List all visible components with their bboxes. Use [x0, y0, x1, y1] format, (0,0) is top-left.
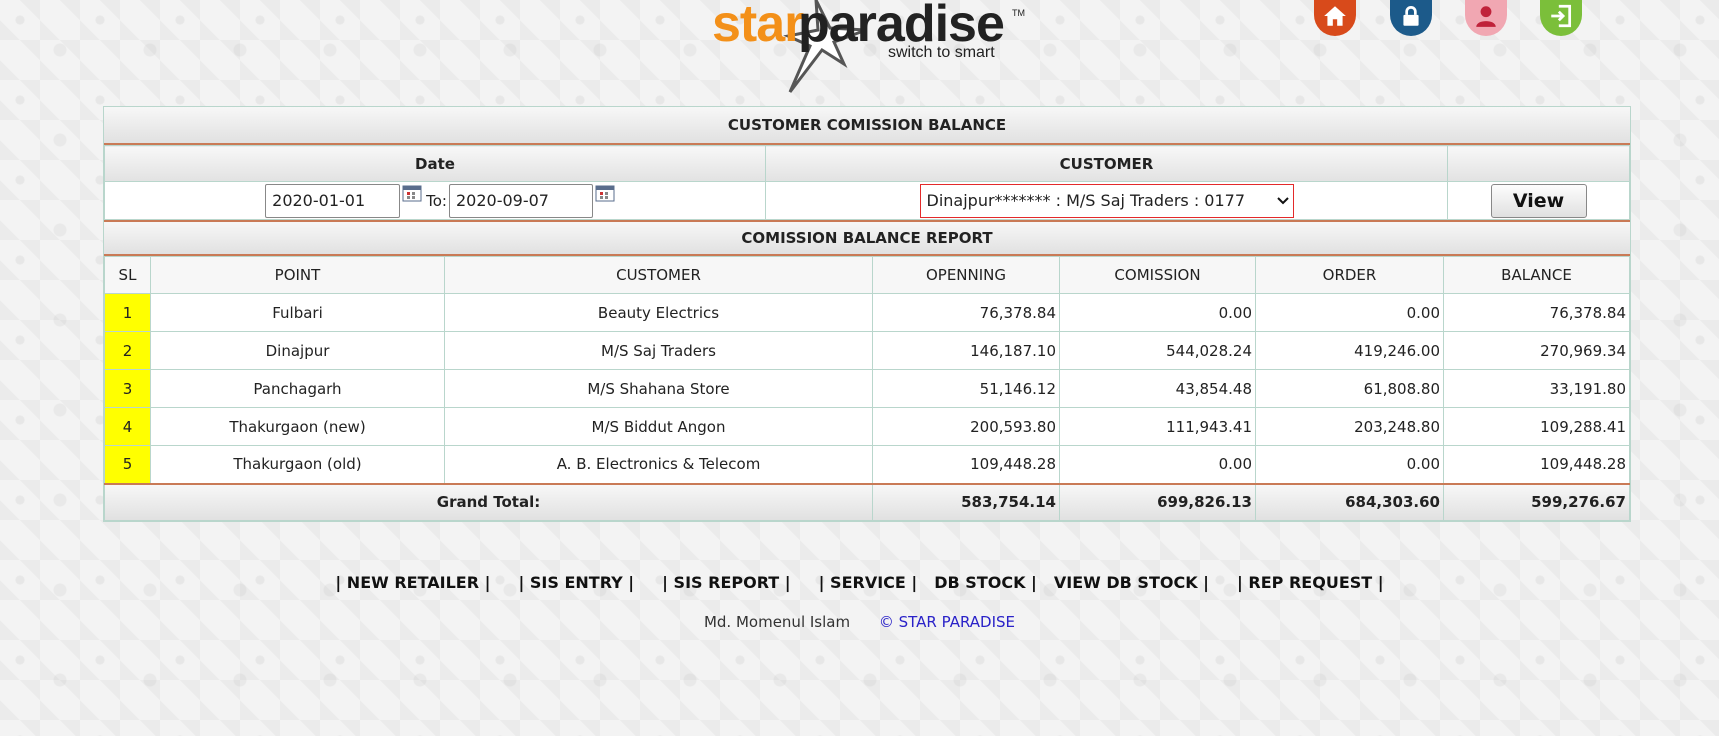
table-row: 1 Fulbari Beauty Electrics 76,378.84 0.0… [104, 293, 1630, 332]
row-openning: 51,146.12 [872, 369, 1060, 408]
footer-link-service[interactable]: | SERVICE | [819, 573, 918, 592]
row-order: 61,808.80 [1255, 369, 1444, 408]
footer-credit: Md. Momenul Islam © STAR PARADISE [0, 613, 1719, 631]
commission-balance-panel: CUSTOMER COMISSION BALANCE Date CUSTOMER… [103, 106, 1631, 522]
row-order: 203,248.80 [1255, 407, 1444, 446]
col-balance: BALANCE [1443, 256, 1630, 294]
report-title: COMISSION BALANCE REPORT [104, 220, 1630, 256]
row-customer: M/S Shahana Store [444, 369, 873, 408]
row-balance: 109,448.28 [1443, 445, 1630, 484]
date-range-cell: 2020-01-01 To: 2020-09-07 [104, 181, 766, 220]
chevron-down-icon [1276, 196, 1289, 204]
row-sl: 4 [104, 407, 151, 446]
table-row: 2 Dinajpur M/S Saj Traders 146,187.10 54… [104, 331, 1630, 370]
author-name: Md. Momenul Islam [703, 613, 851, 631]
footer-link-new-retailer[interactable]: | NEW RETAILER | [335, 573, 490, 592]
row-customer: Beauty Electrics [444, 293, 873, 332]
customer-select-cell: Dinajpur******* : M/S Saj Traders : 0177 [765, 181, 1448, 220]
calendar-icon[interactable] [595, 184, 615, 202]
lock-button[interactable] [1390, 0, 1432, 36]
customer-select[interactable]: Dinajpur******* : M/S Saj Traders : 0177 [919, 183, 1294, 218]
row-order: 0.00 [1255, 445, 1444, 484]
row-comission: 0.00 [1059, 445, 1256, 484]
top-nav-icons [1314, 0, 1582, 40]
row-point: Dinajpur [150, 331, 445, 370]
row-comission: 111,943.41 [1059, 407, 1256, 446]
row-comission: 0.00 [1059, 293, 1256, 332]
col-comission: COMISSION [1059, 256, 1256, 294]
home-button[interactable] [1314, 0, 1356, 36]
col-customer: CUSTOMER [444, 256, 873, 294]
customer-label: CUSTOMER [765, 145, 1448, 182]
footer-link-sis-report[interactable]: | SIS REPORT | [662, 573, 791, 592]
row-point: Thakurgaon (new) [150, 407, 445, 446]
row-customer: M/S Saj Traders [444, 331, 873, 370]
logout-button[interactable] [1540, 0, 1582, 36]
copyright-link[interactable]: © STAR PARADISE [879, 613, 1015, 631]
grand-total-openning: 583,754.14 [872, 482, 1060, 521]
row-customer: A. B. Electronics & Telecom [444, 445, 873, 484]
home-icon [1324, 6, 1346, 26]
row-comission: 43,854.48 [1059, 369, 1256, 408]
row-balance: 270,969.34 [1443, 331, 1630, 370]
grand-total-comission: 699,826.13 [1059, 482, 1256, 521]
row-openning: 200,593.80 [872, 407, 1060, 446]
footer-link-db-stock[interactable]: DB STOCK | [934, 573, 1037, 592]
date-from-input[interactable]: 2020-01-01 [265, 183, 401, 218]
row-balance: 109,288.41 [1443, 407, 1630, 446]
user-icon [1476, 6, 1496, 27]
row-point: Panchagarh [150, 369, 445, 408]
row-point: Thakurgaon (old) [150, 445, 445, 484]
to-label: To: [426, 191, 447, 210]
col-openning: OPENNING [872, 256, 1060, 294]
row-openning: 146,187.10 [872, 331, 1060, 370]
row-order: 0.00 [1255, 293, 1444, 332]
col-point: POINT [150, 256, 445, 294]
footer-nav: | NEW RETAILER | | SIS ENTRY | | SIS REP… [0, 573, 1719, 592]
row-openning: 109,448.28 [872, 445, 1060, 484]
report-header-row: SL POINT CUSTOMER OPENNING COMISSION ORD… [104, 256, 1630, 294]
grand-total-label: Grand Total: [104, 482, 873, 521]
col-sl: SL [104, 256, 151, 294]
row-order: 419,246.00 [1255, 331, 1444, 370]
row-point: Fulbari [150, 293, 445, 332]
grand-total-order: 684,303.60 [1255, 482, 1444, 521]
calendar-icon[interactable] [402, 184, 422, 202]
col-order: ORDER [1255, 256, 1444, 294]
table-row: 3 Panchagarh M/S Shahana Store 51,146.12… [104, 369, 1630, 408]
table-row: 4 Thakurgaon (new) M/S Biddut Angon 200,… [104, 407, 1630, 446]
panel-title: CUSTOMER COMISSION BALANCE [104, 107, 1630, 145]
row-sl: 2 [104, 331, 151, 370]
date-to-input[interactable]: 2020-09-07 [449, 183, 593, 218]
grand-total-row: Grand Total: 583,754.14 699,826.13 684,3… [104, 482, 1630, 521]
brand-trademark: TM [1012, 8, 1025, 18]
logout-icon [1551, 4, 1572, 28]
filter-table: Date CUSTOMER 2020-01-01 To: 2020-09-07 Di… [104, 145, 1630, 220]
table-row: 5 Thakurgaon (old) A. B. Electronics & T… [104, 445, 1630, 484]
row-openning: 76,378.84 [872, 293, 1060, 332]
grand-total-balance: 599,276.67 [1443, 482, 1630, 521]
row-balance: 33,191.80 [1443, 369, 1630, 408]
footer-link-view-db-stock[interactable]: VIEW DB STOCK | [1054, 573, 1209, 592]
row-sl: 5 [104, 445, 151, 484]
footer-link-rep-request[interactable]: | REP REQUEST | [1237, 573, 1384, 592]
view-button[interactable]: View [1490, 183, 1587, 218]
row-sl: 3 [104, 369, 151, 408]
row-balance: 76,378.84 [1443, 293, 1630, 332]
report-table: SL POINT CUSTOMER OPENNING COMISSION ORD… [104, 256, 1630, 521]
lock-icon [1403, 6, 1419, 26]
row-customer: M/S Biddut Angon [444, 407, 873, 446]
brand-logo: star paradise TM switch to smart [712, 0, 1032, 93]
customer-select-value: Dinajpur******* : M/S Saj Traders : 0177 [926, 191, 1246, 210]
user-button[interactable] [1465, 0, 1507, 36]
view-cell: View [1447, 181, 1630, 220]
date-label: Date [104, 145, 766, 182]
brand-tagline: switch to smart [888, 44, 995, 61]
brand-name-star: star [712, 0, 804, 53]
row-sl: 1 [104, 293, 151, 332]
row-comission: 544,028.24 [1059, 331, 1256, 370]
filter-head-empty [1447, 145, 1630, 182]
footer-link-sis-entry[interactable]: | SIS ENTRY | [518, 573, 634, 592]
